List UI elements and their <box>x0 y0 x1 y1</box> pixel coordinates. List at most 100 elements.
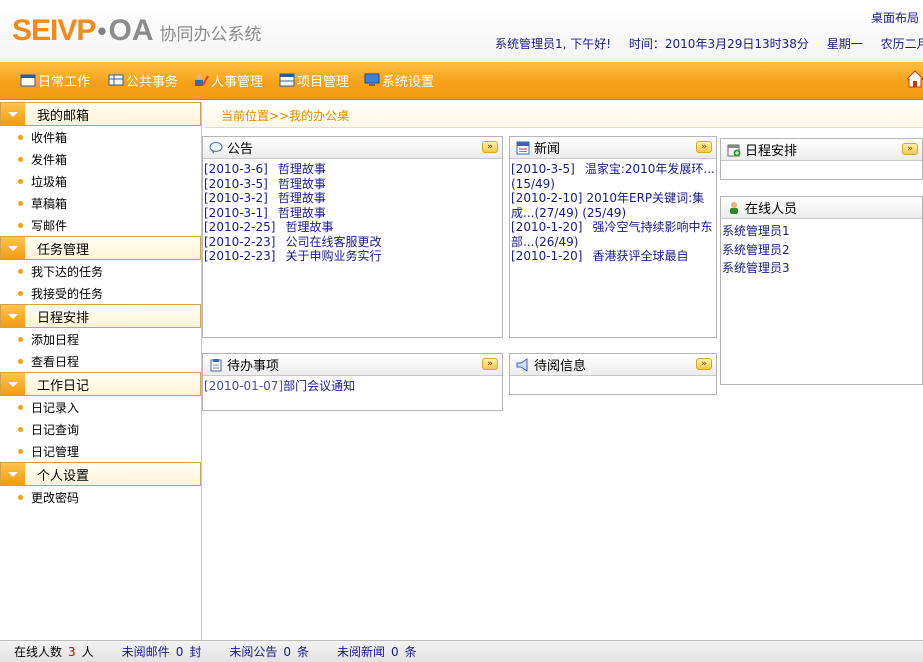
panel-title: 日程安排 <box>745 144 798 159</box>
lunar-date: 农历二月十四 <box>880 37 923 51</box>
sidebar-item-inbox[interactable]: 收件箱 <box>0 126 201 148</box>
sidebar-item-trash[interactable]: 垃圾箱 <box>0 170 201 192</box>
schedule-panel: 日程安排 » <box>720 138 923 180</box>
to-read-panel: 待阅信息 » <box>509 353 717 395</box>
collapse-arrow-icon <box>1 103 25 125</box>
list-item[interactable]: [2010-2-10] 2010年ERP关键词:集成...(27/49) (25/… <box>511 191 715 220</box>
sidebar-item-view-schedule[interactable]: 查看日程 <box>0 350 201 372</box>
sidebar-item-diary-entry[interactable]: 日记录入 <box>0 396 201 418</box>
sidebar-item-add-schedule[interactable]: 添加日程 <box>0 328 201 350</box>
sidebar-section-header[interactable]: 任务管理 <box>0 236 201 260</box>
more-icon[interactable]: » <box>482 141 498 153</box>
sidebar-item-label: 更改密码 <box>31 490 80 505</box>
online-user[interactable]: 系统管理员1 <box>722 222 921 241</box>
more-icon[interactable]: » <box>696 141 712 153</box>
collapse-arrow-icon <box>1 237 25 259</box>
logo-subtitle: 协同办公系统 <box>159 25 262 45</box>
sidebar-section-diary: 工作日记 日记录入 日记查询 日记管理 <box>0 372 201 462</box>
more-icon[interactable]: » <box>482 358 498 370</box>
sidebar-item-compose[interactable]: 写邮件 <box>0 214 201 236</box>
weekday: 星期一 <box>826 37 863 51</box>
app-logo: SEIVP • OA 协同办公系统 <box>12 14 261 50</box>
bullet-icon <box>18 336 23 342</box>
sidebar-section-schedule: 日程安排 添加日程 查看日程 <box>0 304 201 372</box>
nav-hr-management[interactable]: 人事管理 <box>193 70 263 90</box>
panel-title: 在线人员 <box>745 202 798 217</box>
nav-daily-work[interactable]: 日常工作 <box>20 70 90 90</box>
online-count-unit: 人 <box>81 645 94 659</box>
nav-label: 人事管理 <box>211 74 264 90</box>
online-user[interactable]: 系统管理员3 <box>722 259 921 278</box>
nav-label: 公共事务 <box>126 74 179 90</box>
bullet-icon <box>18 268 23 274</box>
sidebar-item-label: 草稿箱 <box>31 196 68 211</box>
sidebar-item-change-password[interactable]: 更改密码 <box>0 486 201 508</box>
page-header: SEIVP • OA 协同办公系统 桌面布局 系统管理员1, 下午好! 时间：2… <box>0 0 923 62</box>
bullet-icon <box>18 178 23 184</box>
sidebar-item-diary-query[interactable]: 日记查询 <box>0 418 201 440</box>
nav-public-affairs[interactable]: 公共事务 <box>108 70 178 90</box>
bullet-icon <box>18 448 23 454</box>
panel-header: 新闻 » <box>510 137 716 159</box>
monitor-icon <box>364 73 380 86</box>
sidebar-item-diary-manage[interactable]: 日记管理 <box>0 440 201 462</box>
list-item[interactable]: [2010-1-20] 强冷空气持续影响中东部...(26/49) <box>511 220 715 249</box>
collapse-arrow-icon <box>1 463 25 485</box>
news-panel: 新闻 » [2010-3-5] 温家宝:2010年发展环...(15/49) [2… <box>509 136 717 338</box>
clipboard-icon <box>210 358 222 371</box>
section-title: 任务管理 <box>37 242 90 258</box>
list-item[interactable]: [2010-2-23] 公司在线客服更改 <box>204 235 501 250</box>
online-user[interactable]: 系统管理员2 <box>722 241 921 260</box>
greeting-text: 系统管理员1, 下午好! <box>495 37 612 51</box>
sidebar-item-label: 日记管理 <box>31 444 80 459</box>
sidebar-item-label: 我接受的任务 <box>31 286 104 301</box>
list-item[interactable]: [2010-1-20] 香港获评全球最自 <box>511 249 715 264</box>
sidebar-item-label: 日记查询 <box>31 422 80 437</box>
home-icon[interactable] <box>907 70 923 88</box>
sidebar-item-outbox[interactable]: 发件箱 <box>0 148 201 170</box>
unread-mail-unit: 封 <box>189 645 202 659</box>
sidebar-item-received-tasks[interactable]: 我接受的任务 <box>0 282 201 304</box>
section-title: 个人设置 <box>37 468 90 484</box>
sidebar-item-drafts[interactable]: 草稿箱 <box>0 192 201 214</box>
panel-header: 待阅信息 » <box>510 354 716 376</box>
unread-mail-link[interactable]: 未阅邮件 <box>122 643 170 660</box>
list-item[interactable]: [2010-01-07]部门会议通知 <box>204 379 501 394</box>
nav-project-management[interactable]: 项目管理 <box>279 70 349 90</box>
newspaper-icon <box>516 141 530 154</box>
more-icon[interactable]: » <box>696 358 712 370</box>
list-item[interactable]: [2010-3-2] 哲理故事 <box>204 191 501 206</box>
collapse-arrow-icon <box>1 373 25 395</box>
sidebar-section-header[interactable]: 工作日记 <box>0 372 201 396</box>
sidebar-item-label: 日记录入 <box>31 400 80 415</box>
sidebar-item-label: 查看日程 <box>31 354 80 369</box>
desk-layout-link[interactable]: 桌面布局 <box>871 9 919 26</box>
list-item[interactable]: [2010-2-23] 关于申购业务实行 <box>204 249 501 264</box>
unread-news-link[interactable]: 未阅新闻 <box>337 643 385 660</box>
sidebar-item-label: 写邮件 <box>31 218 68 233</box>
more-icon[interactable]: » <box>902 143 918 155</box>
calendar-icon <box>20 74 36 87</box>
sidebar-section-header[interactable]: 我的邮箱 <box>0 102 201 126</box>
list-item[interactable]: [2010-2-25] 哲理故事 <box>204 220 501 235</box>
megaphone-icon <box>516 357 528 372</box>
news-list: [2010-3-5] 温家宝:2010年发展环...(15/49) [2010-2… <box>510 159 716 264</box>
greeting-bar: 系统管理员1, 下午好! 时间：2010年3月29日13时38分 星期一 农历二… <box>495 35 923 52</box>
list-item[interactable]: [2010-3-5] 哲理故事 <box>204 177 501 192</box>
sidebar-item-label: 垃圾箱 <box>31 174 68 189</box>
list-item[interactable]: [2010-3-1] 哲理故事 <box>204 206 501 221</box>
sidebar-section-mailbox: 我的邮箱 收件箱 发件箱 垃圾箱 草稿箱 写邮件 <box>0 102 201 236</box>
bullet-icon <box>18 222 23 228</box>
unread-notice-link[interactable]: 未阅公告 <box>229 643 277 660</box>
list-item[interactable]: [2010-3-6] 哲理故事 <box>204 162 501 177</box>
sidebar-item-assigned-tasks[interactable]: 我下达的任务 <box>0 260 201 282</box>
unread-notice-unit: 条 <box>297 645 310 659</box>
panel-header: 在线人员 <box>721 197 922 219</box>
nav-system-settings[interactable]: 系统设置 <box>364 70 434 90</box>
sidebar-section-header[interactable]: 日程安排 <box>0 304 201 328</box>
sidebar-section-header[interactable]: 个人设置 <box>0 462 201 486</box>
list-item[interactable]: [2010-3-5] 温家宝:2010年发展环...(15/49) <box>511 162 715 191</box>
bullet-icon <box>18 426 23 432</box>
current-time: 时间：2010年3月29日13时38分 <box>628 37 809 51</box>
panel-title: 待阅信息 <box>534 359 587 374</box>
